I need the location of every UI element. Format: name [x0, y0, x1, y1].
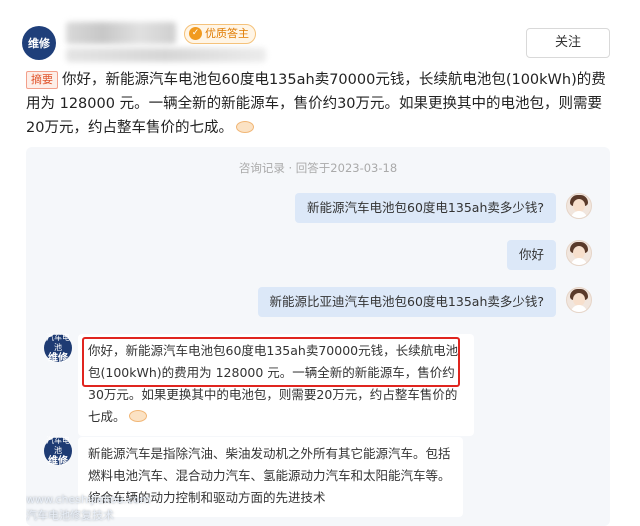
answerer-avatar: 汽车电池 维修: [44, 332, 72, 364]
expand-icon[interactable]: [128, 410, 147, 422]
answerer-avatar: 汽车电池 维修: [44, 435, 72, 467]
avatar-line1: 汽车电池: [46, 332, 70, 352]
watermark-line: 汽车电池修复技术: [26, 509, 114, 522]
user-avatar: [566, 287, 592, 313]
avatar-line2: 维修: [48, 455, 68, 467]
consultation-record: 咨询记录 · 回答于2023-03-18 新能源汽车电池包60度电135ah卖多…: [26, 147, 610, 526]
avatar-line1: 汽车电池: [46, 435, 70, 455]
answer-header: 维修 ✓ 优质答主 关注: [0, 0, 640, 64]
answer-summary: 摘要 你好，新能源汽车电池包60度电135ah卖70000元钱，长续航电池包(10…: [26, 68, 616, 140]
highlight-box: [82, 337, 460, 387]
question-bubble: 你好: [506, 240, 556, 270]
answerer-avatar[interactable]: 维修: [22, 26, 56, 60]
summary-text: 你好，新能源汽车电池包60度电135ah卖70000元钱，长续航电池包(100k…: [26, 72, 606, 136]
user-avatar: [566, 193, 592, 219]
avatar-line2: 维修: [48, 352, 68, 364]
record-label: 咨询记录 · 回答于2023-03-18: [238, 161, 398, 175]
question-bubble: 新能源汽车电池包60度电135ah卖多少钱?: [295, 193, 556, 223]
quality-answerer-badge: ✓ 优质答主: [184, 24, 256, 44]
summary-tag: 摘要: [26, 71, 58, 89]
badge-icon: ✓: [189, 27, 202, 40]
user-avatar: [566, 240, 592, 266]
expand-icon[interactable]: [235, 121, 254, 133]
follow-button[interactable]: 关注: [526, 28, 610, 58]
question-bubble: 新能源比亚迪汽车电池包60度电135ah卖多少钱?: [257, 287, 556, 317]
badge-label: 优质答主: [205, 27, 249, 40]
watermark-line: www.cheshijiekou.com: [26, 493, 151, 506]
blurred-user-info: [66, 48, 266, 62]
watermark: www.cheshijiekou.com 汽车电池修复技术: [26, 492, 326, 524]
blurred-username: [66, 22, 176, 44]
